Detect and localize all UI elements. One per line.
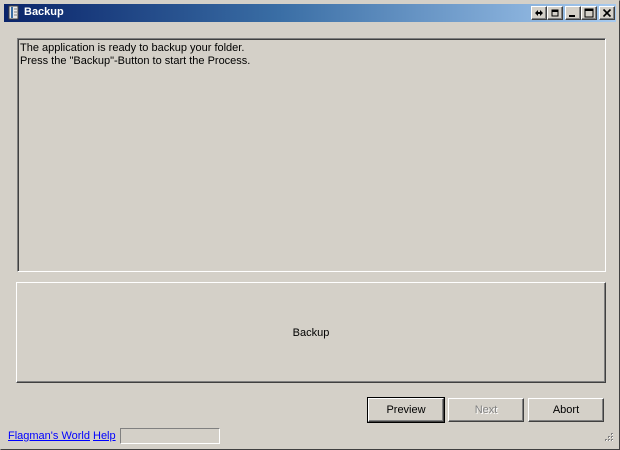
- backup-button[interactable]: Backup: [16, 282, 606, 383]
- close-button[interactable]: [599, 6, 615, 20]
- pin-button[interactable]: [531, 6, 547, 20]
- preview-button[interactable]: Preview: [367, 397, 445, 423]
- size-grip-icon[interactable]: [602, 432, 614, 444]
- next-button: Next: [448, 398, 524, 422]
- app-icon[interactable]: [7, 5, 21, 21]
- flagmans-world-link[interactable]: Flagman's World: [8, 430, 90, 442]
- maximize-icon: [584, 8, 594, 18]
- pin-icon: [535, 10, 543, 16]
- restore-small-icon: [551, 9, 559, 17]
- title-bar[interactable]: Backup: [4, 4, 616, 22]
- status-message-panel: The application is ready to backup your …: [17, 38, 606, 272]
- rollup-button[interactable]: [547, 6, 563, 20]
- close-icon: [602, 8, 612, 18]
- minimize-icon: [569, 15, 575, 17]
- message-line-1: The application is ready to backup your …: [20, 42, 245, 54]
- window-title: Backup: [24, 6, 64, 18]
- backup-window: Backup The application is ready to backu…: [0, 0, 620, 450]
- status-bar: Flagman's World Help: [4, 427, 616, 447]
- message-line-2: Press the "Backup"-Button to start the P…: [20, 55, 251, 67]
- status-field: [120, 428, 220, 444]
- help-link[interactable]: Help: [93, 430, 116, 442]
- maximize-button[interactable]: [581, 6, 597, 20]
- abort-button[interactable]: Abort: [528, 398, 604, 422]
- minimize-button[interactable]: [565, 6, 581, 20]
